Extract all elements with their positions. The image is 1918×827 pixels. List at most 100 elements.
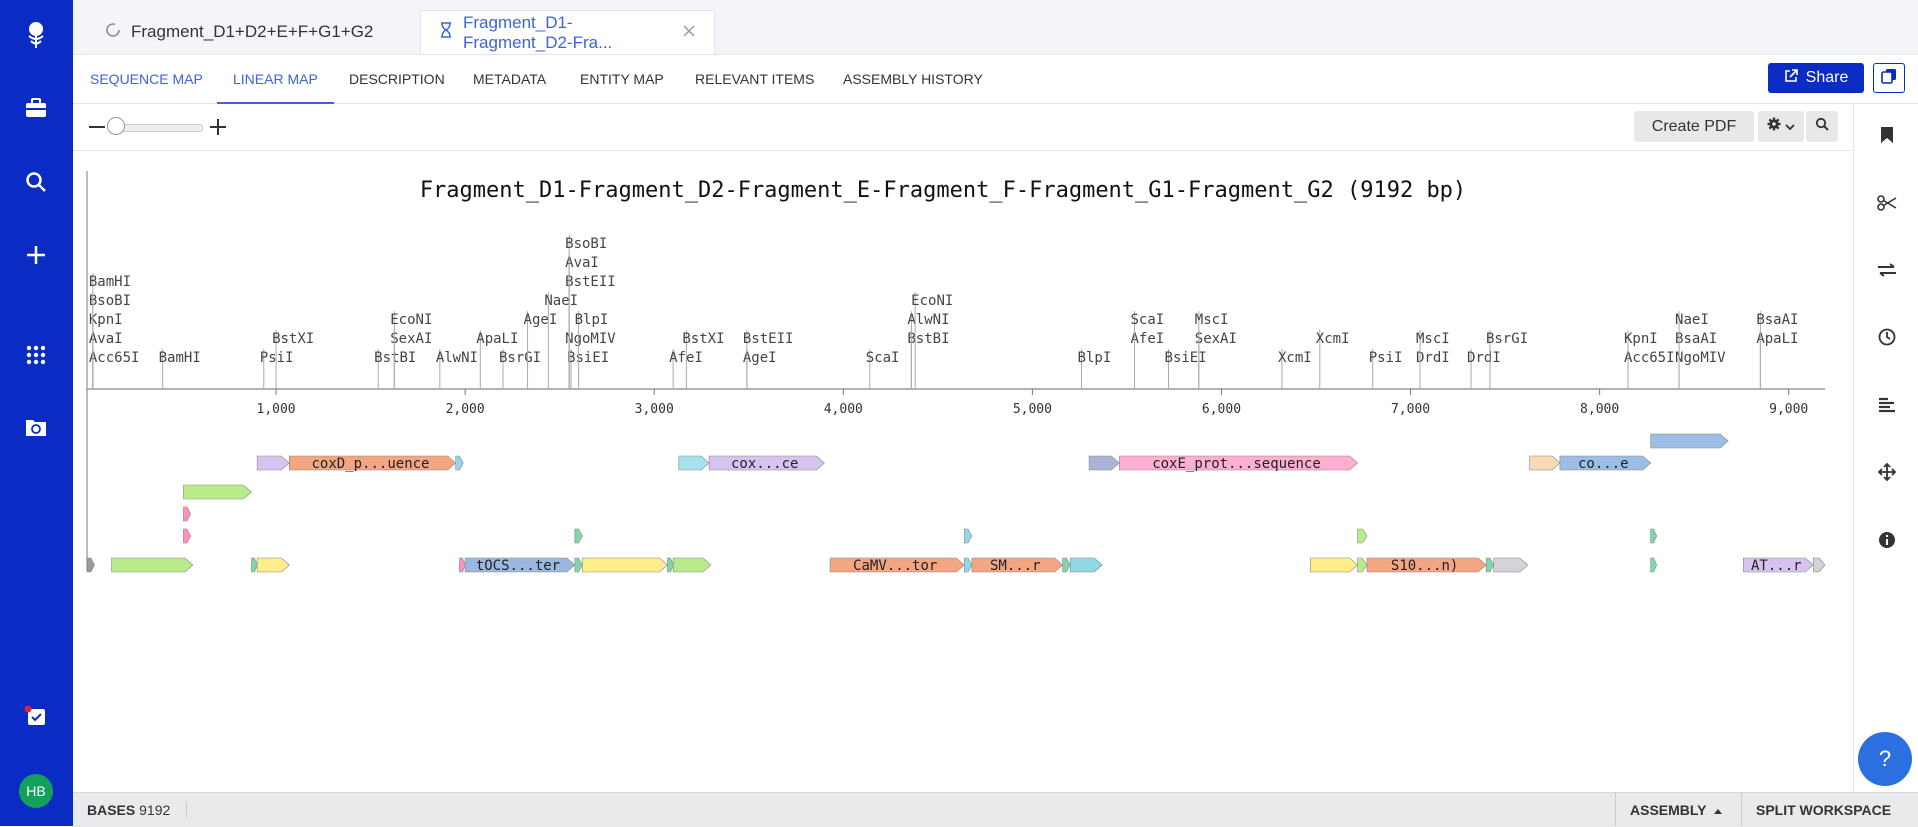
linear-map-canvas[interactable]: Fragment_D1-Fragment_D2-Fragment_E-Fragm…	[73, 151, 1853, 792]
feature-arrow-unlabeled[interactable]	[964, 557, 973, 573]
swap-arrows-icon[interactable]	[1876, 259, 1898, 281]
feature-arrow-unlabeled[interactable]	[256, 557, 290, 573]
feature-arrow-unlabeled[interactable]	[183, 506, 191, 522]
feature-arrow-unlabeled[interactable]	[256, 455, 290, 471]
enzyme-label[interactable]: BamHI	[89, 274, 131, 290]
bookmark-icon[interactable]	[1876, 124, 1898, 146]
scissors-icon[interactable]	[1876, 192, 1898, 214]
enzyme-label[interactable]: Acc65I	[1624, 350, 1675, 366]
zoom-out-icon[interactable]	[89, 126, 105, 128]
feature-arrow-unlabeled[interactable]	[672, 557, 712, 573]
enzyme-label[interactable]: BstBI	[374, 350, 416, 366]
feature-arrow-unlabeled[interactable]	[1812, 557, 1826, 573]
feature-arrow-unlabeled[interactable]	[1650, 557, 1657, 573]
enzyme-label[interactable]: KpnI	[89, 312, 123, 328]
tab-relevant-items[interactable]: RELEVANT ITEMS	[695, 55, 814, 103]
enzyme-label[interactable]: BsoBI	[89, 293, 131, 309]
enzyme-label[interactable]: BsiEI	[567, 350, 609, 366]
enzyme-label[interactable]: BstEII	[565, 274, 616, 290]
enzyme-label[interactable]: DrdI	[1416, 350, 1450, 366]
feature-arrow-unlabeled[interactable]	[183, 528, 191, 544]
feature-arrow-unlabeled[interactable]	[111, 557, 194, 573]
feature-arrow-unlabeled[interactable]	[251, 557, 258, 573]
enzyme-label[interactable]: EcoNI	[911, 293, 953, 309]
feature-arrow-unlabeled[interactable]	[964, 528, 973, 544]
briefcase-icon[interactable]	[20, 92, 52, 124]
enzyme-label[interactable]: MscI	[1416, 331, 1450, 347]
enzyme-label[interactable]: NgoMIV	[1675, 350, 1726, 366]
enzyme-label[interactable]: BsaAI	[1675, 331, 1717, 347]
tab-assembly-history[interactable]: ASSEMBLY HISTORY	[843, 55, 983, 103]
enzyme-label[interactable]: ScaI	[866, 350, 900, 366]
enzyme-label[interactable]: BsrGI	[499, 350, 541, 366]
enzyme-label[interactable]: BsoBI	[565, 236, 607, 252]
enzyme-label[interactable]: DrdI	[1467, 350, 1501, 366]
enzyme-label[interactable]: NaeI	[544, 293, 578, 309]
tab-linear-map[interactable]: LINEAR MAP	[217, 55, 334, 104]
enzyme-label[interactable]: BstEII	[743, 331, 794, 347]
enzyme-label[interactable]: BstXI	[272, 331, 314, 347]
feature-arrow-unlabeled[interactable]	[1493, 557, 1529, 573]
feature-arrow-unlabeled[interactable]	[574, 557, 583, 573]
enzyme-label[interactable]: BlpI	[1078, 350, 1112, 366]
enzyme-label[interactable]: SexAI	[1195, 331, 1237, 347]
tab-entity-map[interactable]: ENTITY MAP	[580, 55, 664, 103]
enzyme-label[interactable]: BsiEI	[1165, 350, 1207, 366]
app-logo-icon[interactable]	[20, 19, 52, 51]
align-left-icon[interactable]	[1876, 394, 1898, 416]
settings-dropdown-button[interactable]	[1758, 111, 1804, 142]
feature-arrow-unlabeled[interactable]	[1650, 433, 1729, 449]
tab-metadata[interactable]: METADATA	[473, 55, 546, 103]
enzyme-label[interactable]: AlwNI	[907, 312, 949, 328]
enzyme-label[interactable]: AgeI	[743, 350, 777, 366]
feature-arrow-unlabeled[interactable]	[183, 484, 252, 500]
enzyme-label[interactable]: SexAI	[390, 331, 432, 347]
enzyme-label[interactable]: ApaLI	[1756, 331, 1798, 347]
feature-arrow-unlabeled[interactable]	[678, 455, 710, 471]
feature-arrow-unlabeled[interactable]	[1485, 557, 1495, 573]
enzyme-label[interactable]: EcoNI	[390, 312, 432, 328]
tab-sequence-map[interactable]: SEQUENCE MAP	[90, 55, 203, 103]
enzyme-label[interactable]: AvaI	[89, 331, 123, 347]
close-icon[interactable]	[682, 23, 696, 43]
enzyme-label[interactable]: PsiI	[1369, 350, 1403, 366]
tab-linear-map-document[interactable]: Fragment_D1-Fragment_D2-Fra...	[420, 10, 715, 54]
enzyme-label[interactable]: BlpI	[575, 312, 609, 328]
enzyme-label[interactable]: XcmI	[1278, 350, 1312, 366]
feature-arrow-unlabeled[interactable]	[667, 557, 674, 573]
move-arrows-icon[interactable]	[1876, 461, 1898, 483]
feature-arrow-unlabeled[interactable]	[1069, 557, 1103, 573]
enzyme-label[interactable]: BstXI	[682, 331, 724, 347]
enzyme-label[interactable]: XcmI	[1316, 331, 1350, 347]
feature-arrow-unlabeled[interactable]	[1650, 528, 1657, 544]
enzyme-label[interactable]: KpnI	[1624, 331, 1658, 347]
feature-arrow-unlabeled[interactable]	[1357, 557, 1368, 573]
feature-arrow-unlabeled[interactable]	[1310, 557, 1359, 573]
tab-assembly-fragments[interactable]: Fragment_D1+D2+E+F+G1+G2	[87, 10, 443, 54]
enzyme-label[interactable]: ApaLI	[476, 331, 518, 347]
zoom-in-icon[interactable]	[209, 118, 227, 141]
feature-arrow-unlabeled[interactable]	[455, 455, 464, 471]
enzyme-label[interactable]: AvaI	[565, 255, 599, 271]
feature-arrow-unlabeled[interactable]	[86, 557, 95, 573]
folder-sync-icon[interactable]	[20, 411, 52, 443]
avatar[interactable]: HB	[19, 774, 53, 808]
enzyme-label[interactable]: ScaI	[1130, 312, 1164, 328]
tab-description[interactable]: DESCRIPTION	[349, 55, 445, 103]
enzyme-label[interactable]: BsaAI	[1756, 312, 1798, 328]
apps-grid-icon[interactable]	[20, 339, 52, 371]
search-icon[interactable]	[20, 166, 52, 198]
split-workspace-button[interactable]: SPLIT WORKSPACE	[1741, 793, 1905, 826]
map-search-button[interactable]	[1806, 111, 1838, 142]
feature-arrow-unlabeled[interactable]	[582, 557, 668, 573]
create-pdf-button[interactable]: Create PDF	[1634, 111, 1754, 142]
tasks-icon[interactable]	[20, 700, 52, 732]
zoom-slider-handle[interactable]	[107, 117, 125, 135]
help-button[interactable]: ?	[1858, 732, 1912, 786]
enzyme-label[interactable]: Acc65I	[89, 350, 140, 366]
feature-arrow-unlabeled[interactable]	[1088, 455, 1120, 471]
feature-arrow-unlabeled[interactable]	[1062, 557, 1071, 573]
enzyme-label[interactable]: MscI	[1195, 312, 1229, 328]
share-button[interactable]: Share	[1768, 63, 1864, 93]
copy-button[interactable]	[1873, 63, 1905, 93]
